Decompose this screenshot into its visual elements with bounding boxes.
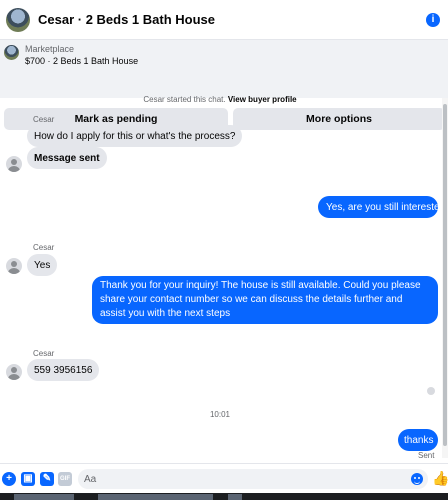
incoming-message: How do I apply for this or what's the pr… bbox=[27, 125, 243, 147]
chat-start-note: Cesar started this chat. View buyer prof… bbox=[0, 95, 440, 104]
listing-thumbnail[interactable] bbox=[4, 45, 19, 60]
incoming-message: Yes bbox=[27, 254, 58, 276]
message-input[interactable] bbox=[78, 469, 428, 489]
plus-icon[interactable]: + bbox=[2, 472, 16, 486]
listing-panel: Marketplace $700 · 2 Beds 1 Bath House M… bbox=[0, 40, 448, 130]
info-icon[interactable]: i bbox=[426, 13, 440, 27]
outgoing-message: Yes, are you still interested? bbox=[318, 196, 448, 218]
sender-name: Cesar bbox=[33, 243, 55, 252]
user-avatar[interactable] bbox=[6, 258, 22, 274]
gif-icon[interactable]: GIF bbox=[58, 472, 72, 486]
incoming-message: Message sent bbox=[27, 147, 107, 169]
chat-title[interactable]: Cesar · 2 Beds 1 Bath House bbox=[38, 12, 215, 27]
chat-start-text: Cesar started this chat. bbox=[143, 95, 226, 104]
message-timestamp: 10:01 bbox=[209, 410, 231, 419]
view-buyer-profile-link[interactable]: View buyer profile bbox=[228, 95, 297, 104]
chat-header: Cesar · 2 Beds 1 Bath House i bbox=[0, 0, 448, 40]
taskbar-item[interactable] bbox=[14, 494, 74, 500]
taskbar-item[interactable] bbox=[98, 494, 213, 500]
emoji-icon[interactable] bbox=[411, 473, 423, 485]
like-icon[interactable]: 👍 bbox=[432, 471, 448, 485]
seen-indicator bbox=[427, 387, 435, 395]
message-composer: + ▣ ✎ GIF 👍 bbox=[0, 463, 448, 493]
sender-name: Cesar bbox=[33, 115, 55, 124]
user-avatar[interactable] bbox=[6, 156, 22, 172]
listing-source: Marketplace bbox=[25, 44, 75, 54]
listing-avatar[interactable] bbox=[6, 7, 30, 32]
sender-name: Cesar bbox=[33, 349, 55, 358]
outgoing-message: thanks bbox=[398, 429, 438, 451]
incoming-message: 559 3956156 bbox=[27, 359, 100, 381]
more-options-button[interactable]: More options bbox=[233, 108, 445, 130]
photo-icon[interactable]: ▣ bbox=[21, 472, 35, 486]
sticker-icon[interactable]: ✎ bbox=[40, 472, 54, 486]
scrollbar-thumb[interactable] bbox=[443, 104, 447, 446]
listing-title[interactable]: $700 · 2 Beds 1 Bath House bbox=[25, 56, 138, 66]
user-avatar[interactable] bbox=[6, 364, 22, 380]
outgoing-message: Thank you for your inquiry! The house is… bbox=[92, 276, 438, 324]
taskbar-item[interactable] bbox=[228, 494, 242, 500]
sent-status: Sent bbox=[418, 451, 435, 460]
